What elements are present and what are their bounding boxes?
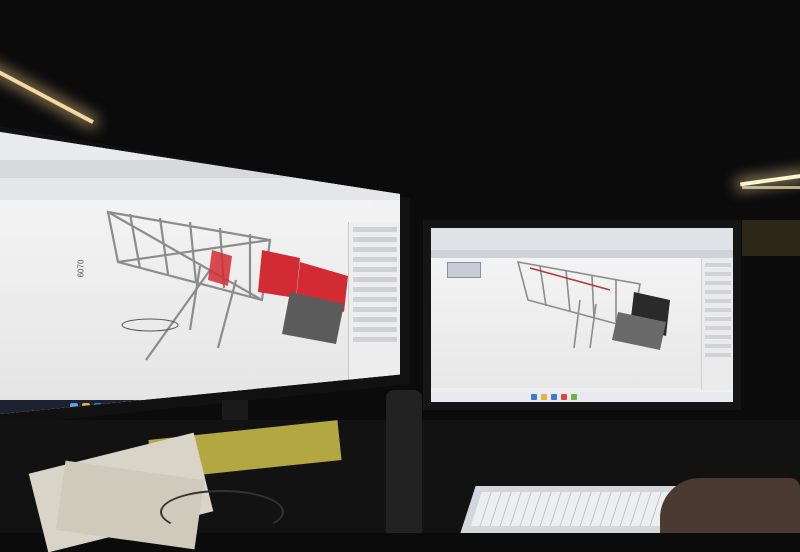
right-model-panels <box>612 292 670 350</box>
red-panel <box>258 250 300 298</box>
frame-leg <box>573 299 581 349</box>
left-model-panels <box>208 250 348 344</box>
frame-rib <box>565 269 571 313</box>
cable <box>160 490 284 534</box>
frame-rib <box>591 275 595 319</box>
water-bottle <box>386 390 422 533</box>
photo-scene: 6070 <box>0 0 800 552</box>
frame-leg <box>145 269 211 361</box>
left-model <box>106 210 272 361</box>
red-panel <box>208 250 232 286</box>
hand <box>660 478 800 533</box>
